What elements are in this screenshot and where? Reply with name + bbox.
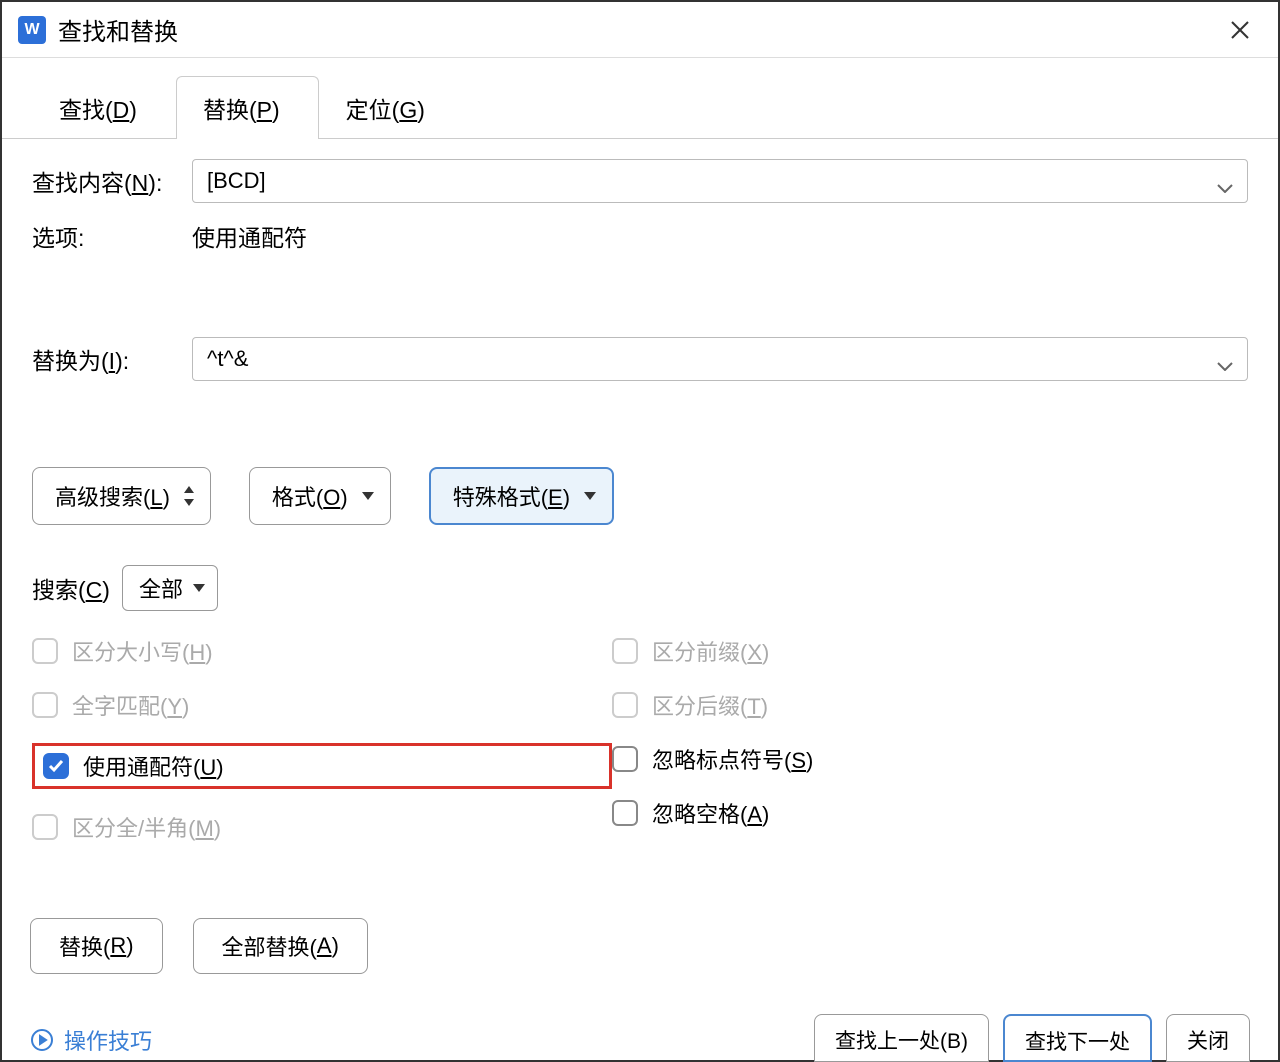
checkbox-label: 全字匹配(Y) bbox=[72, 689, 189, 721]
caret-down-icon bbox=[362, 492, 374, 500]
checkbox-box bbox=[612, 638, 638, 664]
checkbox-label: 区分大小写(H) bbox=[72, 635, 213, 667]
checkbox-s[interactable]: 忽略标点符号(S) bbox=[612, 743, 813, 775]
checkbox-box bbox=[32, 638, 58, 664]
scope-dropdown[interactable]: 全部 bbox=[122, 565, 218, 611]
close-icon bbox=[1230, 20, 1250, 40]
checkbox-box bbox=[43, 753, 69, 779]
titlebar: W 查找和替换 bbox=[2, 2, 1278, 58]
replace-label: 替换为(I): bbox=[32, 342, 192, 376]
options-value: 使用通配符 bbox=[192, 219, 307, 253]
checkbox-box bbox=[612, 800, 638, 826]
play-circle-icon bbox=[30, 1028, 54, 1052]
checkbox-label: 使用通配符(U) bbox=[83, 750, 224, 782]
checkbox-column-right: 区分前缀(X) 区分后缀(T) 忽略标点符号(S) 忽略空格(A) bbox=[612, 635, 813, 843]
checkbox-a[interactable]: 忽略空格(A) bbox=[612, 797, 813, 829]
find-input-value: [BCD] bbox=[207, 168, 1217, 194]
caret-down-icon bbox=[584, 492, 596, 500]
special-format-button[interactable]: 特殊格式(E) bbox=[429, 467, 614, 525]
checkbox-label: 区分后缀(T) bbox=[652, 689, 768, 721]
checkbox-box bbox=[612, 746, 638, 772]
format-button[interactable]: 格式(O) bbox=[249, 467, 391, 525]
find-label: 查找内容(N): bbox=[32, 164, 192, 198]
close-button[interactable] bbox=[1218, 8, 1262, 52]
tips-link[interactable]: 操作技巧 bbox=[30, 1024, 152, 1062]
checkbox-box bbox=[32, 814, 58, 840]
replace-input-value: ^t^& bbox=[207, 346, 1217, 372]
checkbox-column-left: 区分大小写(H) 全字匹配(Y) 使用通配符(U) 区分全/半角(M) bbox=[32, 635, 612, 843]
checkbox-m: 区分全/半角(M) bbox=[32, 811, 612, 843]
checkbox-x: 区分前缀(X) bbox=[612, 635, 813, 667]
tab-find[interactable]: 查找(D) bbox=[32, 76, 176, 139]
checkbox-label: 忽略空格(A) bbox=[652, 797, 769, 829]
replace-button[interactable]: 替换(R) bbox=[30, 918, 163, 974]
replace-all-button[interactable]: 全部替换(A) bbox=[193, 918, 368, 974]
highlighted-checkbox: 使用通配符(U) bbox=[32, 743, 612, 789]
chevron-down-icon bbox=[1217, 351, 1233, 367]
tab-panel: 查找内容(N): [BCD] 选项: 使用通配符 替换为(I): ^t^& 高级… bbox=[2, 138, 1278, 863]
close-partial-button[interactable]: 关闭 bbox=[1166, 1014, 1250, 1062]
advanced-search-button[interactable]: 高级搜索(L) bbox=[32, 467, 211, 525]
options-label: 选项: bbox=[32, 219, 192, 253]
checkbox-box bbox=[612, 692, 638, 718]
checkbox-label: 区分前缀(X) bbox=[652, 635, 769, 667]
checkbox-label: 忽略标点符号(S) bbox=[652, 743, 813, 775]
checkbox-h: 区分大小写(H) bbox=[32, 635, 612, 667]
app-icon: W bbox=[18, 16, 46, 44]
checkbox-u[interactable]: 使用通配符(U) bbox=[43, 750, 224, 782]
scope-label: 搜索(C) bbox=[32, 571, 110, 605]
replace-input[interactable]: ^t^& bbox=[192, 337, 1248, 381]
checkbox-t: 区分后缀(T) bbox=[612, 689, 813, 721]
sort-icon bbox=[184, 486, 194, 506]
window-title: 查找和替换 bbox=[58, 12, 1218, 47]
find-prev-button[interactable]: 查找上一处(B) bbox=[814, 1014, 989, 1062]
tab-bar: 查找(D) 替换(P) 定位(G) bbox=[2, 76, 1278, 139]
tab-goto[interactable]: 定位(G) bbox=[319, 76, 464, 139]
checkbox-y: 全字匹配(Y) bbox=[32, 689, 612, 721]
checkbox-label: 区分全/半角(M) bbox=[72, 811, 221, 843]
chevron-down-icon bbox=[1217, 173, 1233, 189]
caret-down-icon bbox=[193, 584, 205, 592]
find-input[interactable]: [BCD] bbox=[192, 159, 1248, 203]
tab-replace[interactable]: 替换(P) bbox=[176, 76, 319, 139]
find-next-button[interactable]: 查找下一处 bbox=[1003, 1014, 1152, 1062]
checkbox-box bbox=[32, 692, 58, 718]
